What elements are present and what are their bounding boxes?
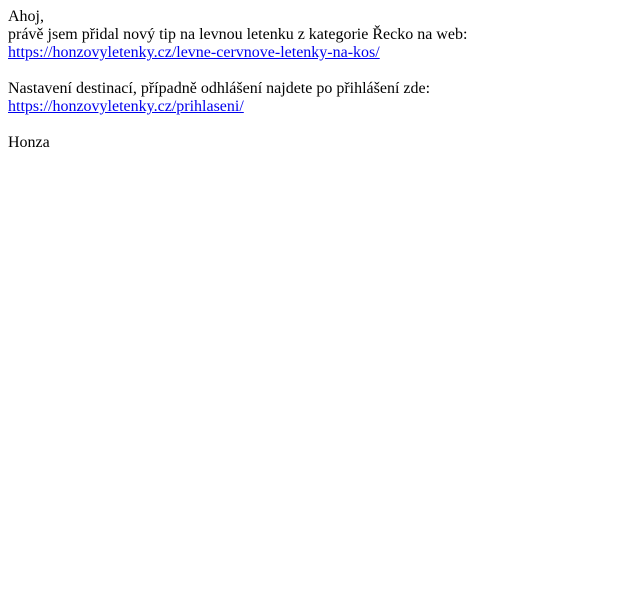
login-link[interactable]: https://honzovyletenky.cz/prihlaseni/ [8,98,244,115]
intro-text: právě jsem přidal nový tip na levnou let… [8,26,468,43]
greeting-text: Ahoj, [8,8,44,25]
email-body: Ahoj, právě jsem přidal nový tip na levn… [8,8,632,152]
settings-text: Nastavení destinací, případně odhlášení … [8,80,431,97]
tip-link[interactable]: https://honzovyletenky.cz/levne-cervnove… [8,44,380,61]
signature-text: Honza [8,134,50,151]
